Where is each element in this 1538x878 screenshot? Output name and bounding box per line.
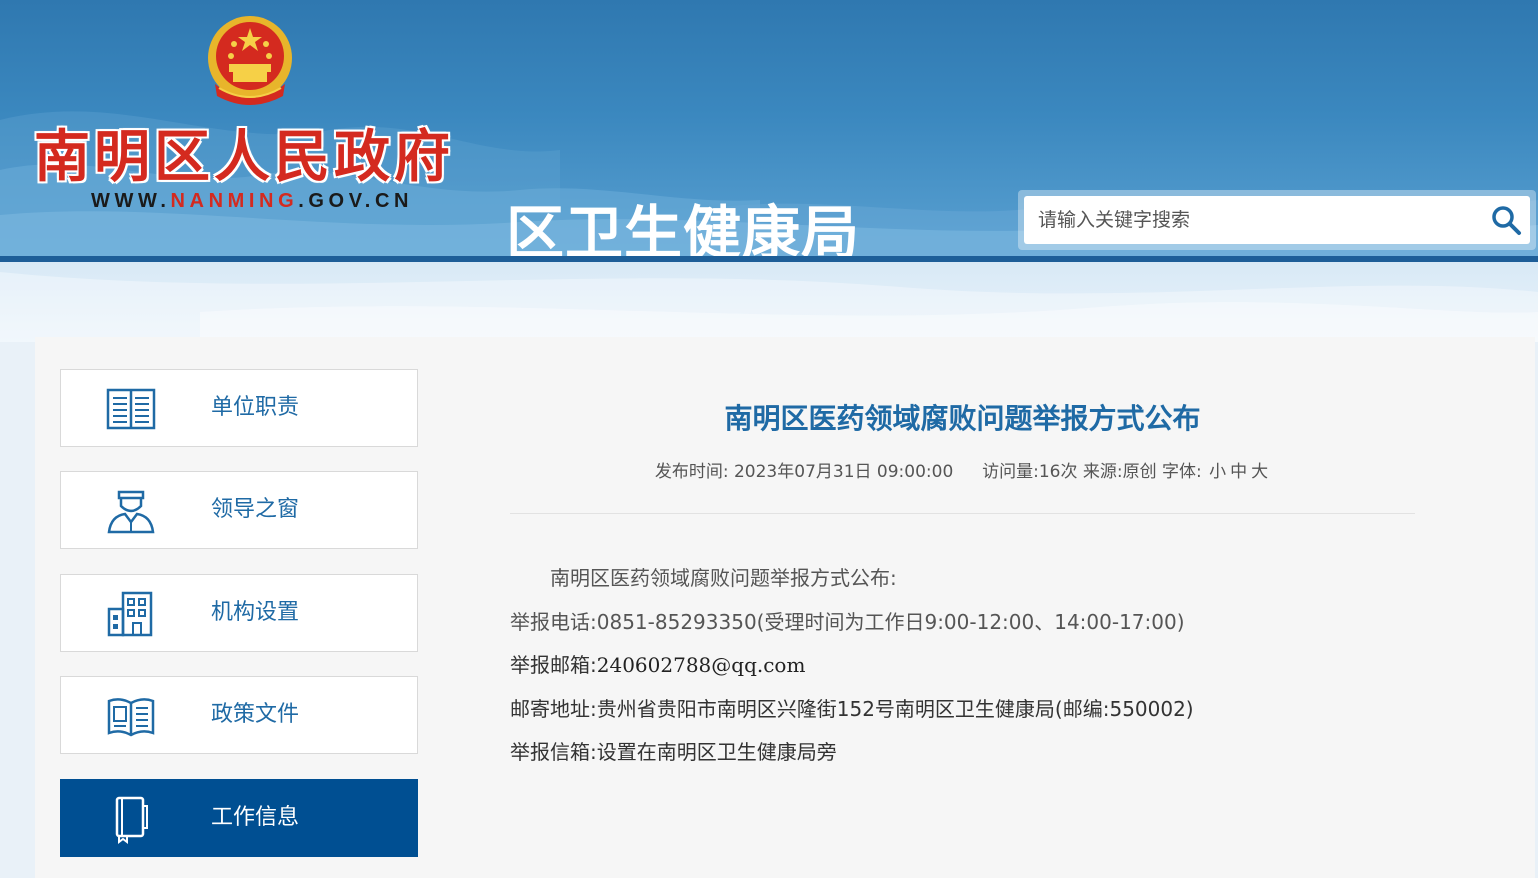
font-size-label: 字体:	[1162, 462, 1202, 482]
phone-value: 0851-85293350(受理时间为工作日9:00-12:00、14:00-1…	[596, 609, 1185, 634]
source-label: 来源:	[1082, 462, 1123, 482]
sidebar-item-work-info[interactable]: 工作信息	[60, 779, 418, 857]
open-book-icon	[107, 698, 155, 737]
views-label: 访问量:	[982, 462, 1039, 482]
article-meta: 发布时间: 2023年07月31日 09:00:00 访问量:16次 来源:原创…	[510, 457, 1415, 482]
meta-divider	[510, 513, 1415, 514]
search-inner	[1024, 196, 1530, 244]
header-banner: 南明区人民政府 WWW.NANMING.GOV.CN 区卫生健康局	[0, 0, 1538, 258]
search-input[interactable]	[1024, 196, 1464, 244]
cloud-decoration	[0, 272, 1538, 342]
site-url-prefix: WWW.	[91, 190, 171, 212]
national-emblem-icon	[208, 16, 292, 105]
sidebar-item-duties[interactable]: 单位职责	[60, 369, 418, 447]
content-panel: 单位职责 领导之窗 机构设置 政策文件 工作信息 南明区医药领域腐败问题举报方式…	[35, 337, 1535, 878]
publish-time: 2023年07月31日 09:00:00	[733, 462, 954, 482]
site-url-suffix: .GOV.CN	[298, 190, 414, 212]
phone-label: 举报电话:	[510, 609, 597, 634]
sidebar-item-label: 单位职责	[211, 395, 300, 420]
search-icon[interactable]	[1490, 204, 1522, 236]
address-value: 贵州省贵阳市南明区兴隆街152号南明区卫生健康局(邮编:550002)	[596, 696, 1194, 721]
source-value: 原创	[1122, 462, 1157, 482]
sidebar-item-leaders[interactable]: 领导之窗	[60, 471, 418, 549]
search-box	[1018, 190, 1536, 250]
building-icon	[107, 591, 153, 637]
mailbox-value: 设置在南明区卫生健康局旁	[596, 740, 837, 764]
address-line: 邮寄地址:贵州省贵阳市南明区兴隆街152号南明区卫生健康局(邮编:550002)	[510, 688, 1415, 732]
sidebar-item-policy[interactable]: 政策文件	[60, 676, 418, 754]
sky-band	[0, 262, 1538, 342]
sidebar-item-label: 政策文件	[211, 702, 300, 727]
department-title: 区卫生健康局	[506, 199, 861, 258]
email-value: 240602788@qq.com	[596, 653, 806, 677]
notebook-icon	[115, 796, 148, 844]
article-intro: 南明区医药领域腐败问题举报方式公布:	[550, 566, 897, 590]
site-url: WWW.NANMING.GOV.CN	[91, 190, 413, 213]
phone-line: 举报电话:0851-85293350(受理时间为工作日9:00-12:00、14…	[510, 601, 1415, 645]
book-icon	[106, 388, 156, 430]
font-small-button[interactable]: 小	[1209, 462, 1226, 482]
site-url-highlight: NANMING	[170, 190, 299, 212]
sidebar-item-label: 工作信息	[211, 805, 300, 830]
sidebar-item-organization[interactable]: 机构设置	[60, 574, 418, 652]
person-icon	[107, 490, 155, 534]
font-large-button[interactable]: 大	[1251, 462, 1268, 482]
email-line: 举报邮箱:240602788@qq.com	[510, 644, 1415, 688]
mailbox-label: 举报信箱:	[510, 740, 597, 764]
publish-time-label: 发布时间:	[654, 462, 729, 482]
article-title: 南明区医药领域腐败问题举报方式公布	[724, 402, 1201, 435]
mailbox-line: 举报信箱:设置在南明区卫生健康局旁	[510, 731, 1415, 775]
views-count: 16次	[1038, 462, 1078, 482]
sidebar-item-label: 机构设置	[211, 600, 300, 625]
font-medium-button[interactable]: 中	[1230, 462, 1247, 482]
site-title: 南明区人民政府	[33, 123, 454, 191]
email-label: 举报邮箱:	[510, 653, 597, 677]
sidebar-item-label: 领导之窗	[211, 497, 300, 522]
address-label: 邮寄地址:	[510, 696, 597, 721]
article-body: 南明区医药领域腐败问题举报方式公布: 举报电话:0851-85293350(受理…	[510, 557, 1415, 775]
